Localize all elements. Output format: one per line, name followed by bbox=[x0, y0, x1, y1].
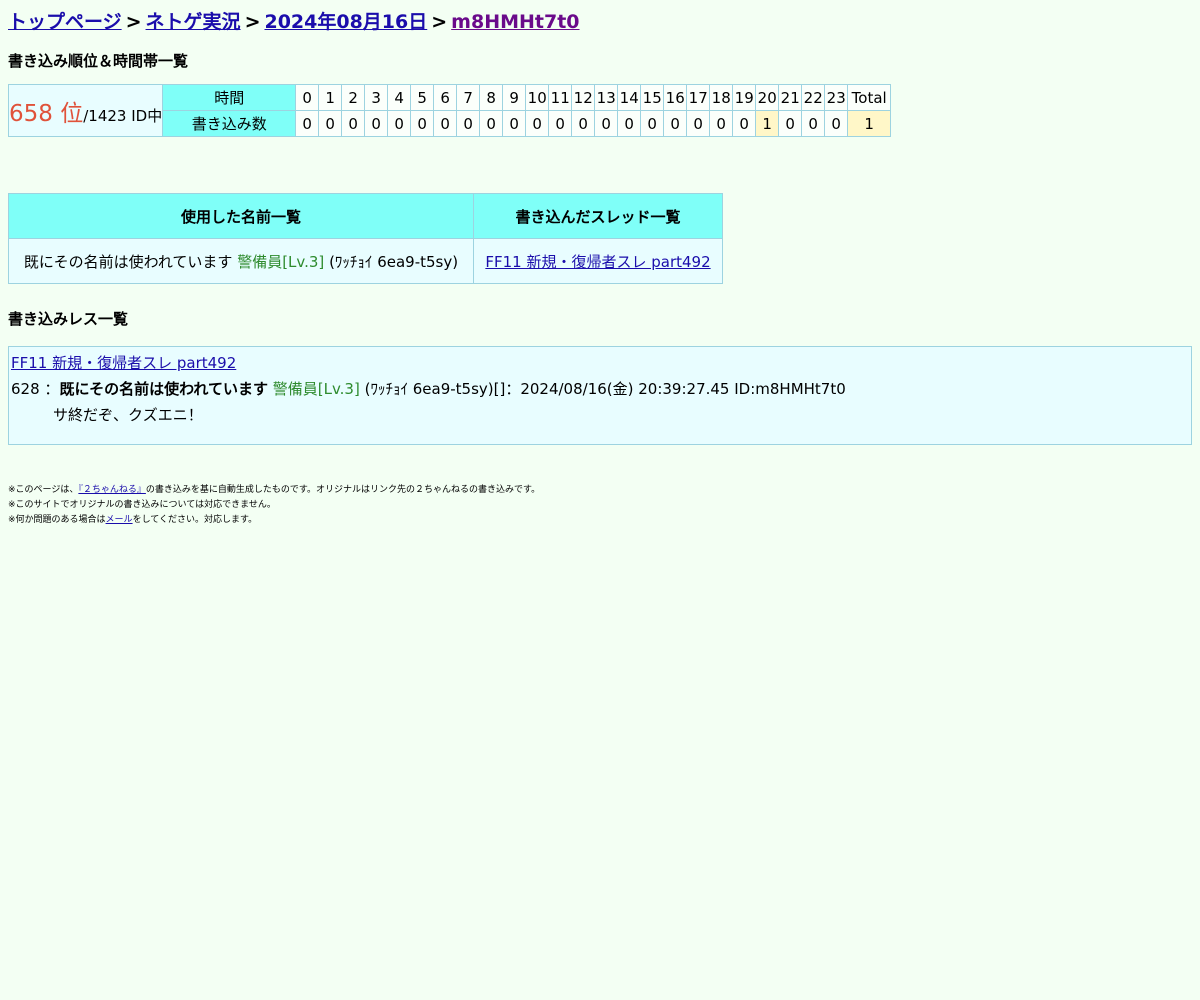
hour-cell: 20 bbox=[755, 84, 780, 111]
footer-text: の書き込みを基に自動生成したものです。オリジナルはリンク先の２ちゃんねるの書き込… bbox=[145, 485, 541, 495]
total-count-cell: 1 bbox=[847, 110, 892, 137]
rank-position: 658 位 bbox=[9, 100, 84, 127]
used-name-trip: (ﾜｯﾁｮｲ 6ea9-t5sy) bbox=[329, 252, 459, 271]
count-cell: 0 bbox=[525, 110, 550, 137]
count-cell: 0 bbox=[732, 110, 757, 137]
count-cell: 0 bbox=[502, 110, 527, 137]
names-header-row: 使用した名前一覧 書き込んだスレッド一覧 bbox=[8, 193, 723, 239]
count-cell: 0 bbox=[594, 110, 619, 137]
rank-cell: 658 位/1423 ID中 bbox=[7, 84, 164, 137]
count-cell: 0 bbox=[709, 110, 734, 137]
names-data-row: 既にその名前は使われています 警備員[Lv.3] (ﾜｯﾁｮｲ 6ea9-t5s… bbox=[8, 238, 723, 284]
thread-cell: FF11 新規・復帰者スレ part492 bbox=[473, 238, 723, 284]
footer-line-2: ※このサイトでオリジナルの書き込みについては対応できません。 bbox=[8, 500, 276, 510]
footer-line-1: ※このページは、『２ちゃんねる』の書き込みを基に自動生成したものです。オリジナル… bbox=[8, 483, 1192, 498]
count-cell-active: 1 bbox=[755, 110, 780, 137]
count-cell: 0 bbox=[617, 110, 642, 137]
breadcrumb-separator: > bbox=[125, 11, 142, 33]
count-cell: 0 bbox=[801, 110, 826, 137]
hour-cell: 22 bbox=[801, 84, 826, 111]
res-thread-link[interactable]: FF11 新規・復帰者スレ part492 bbox=[11, 354, 236, 372]
count-cell: 0 bbox=[456, 110, 481, 137]
res-body: サ終だぞ、クズエニ！ bbox=[53, 406, 203, 424]
hour-row: 658 位/1423 ID中 時間 0 1 2 3 4 5 6 7 8 9 10… bbox=[7, 84, 892, 137]
hour-cell: 16 bbox=[663, 84, 688, 111]
hour-cell: 3 bbox=[364, 84, 389, 111]
footer-mail-link[interactable]: メール bbox=[106, 515, 133, 525]
hour-cell: 17 bbox=[686, 84, 711, 111]
hour-cell: 4 bbox=[387, 84, 412, 111]
hour-cell: 21 bbox=[778, 84, 803, 111]
used-name-cell: 既にその名前は使われています 警備員[Lv.3] (ﾜｯﾁｮｲ 6ea9-t5s… bbox=[8, 238, 474, 284]
hour-cell: 18 bbox=[709, 84, 734, 111]
rank-section-title: 書き込み順位＆時間帯一覧 bbox=[8, 52, 189, 70]
res-item: FF11 新規・復帰者スレ part492 628 ：既にその名前は使われていま… bbox=[8, 346, 1192, 445]
hour-cell: 15 bbox=[640, 84, 665, 111]
breadcrumb-separator: > bbox=[244, 11, 261, 33]
hour-cell: 13 bbox=[594, 84, 619, 111]
res-number: 628 bbox=[11, 380, 40, 398]
hour-cell: 2 bbox=[341, 84, 366, 111]
res-section-title: 書き込みレス一覧 bbox=[8, 310, 129, 328]
used-name-rank: 警備員[Lv.3] bbox=[237, 252, 325, 271]
count-cell: 0 bbox=[663, 110, 688, 137]
breadcrumb-date-link[interactable]: 2024年08月16日 bbox=[264, 11, 427, 33]
footer: ※このページは、『２ちゃんねる』の書き込みを基に自動生成したものです。オリジナル… bbox=[8, 483, 1192, 528]
footer-line-3: ※何か問題のある場合はメールをしてください。対応します。 bbox=[8, 513, 1192, 528]
res-name-rank: 警備員[Lv.3] bbox=[272, 380, 360, 398]
hour-cell: 7 bbox=[456, 84, 481, 111]
footer-2ch-link[interactable]: 『２ちゃんねる』 bbox=[78, 485, 146, 495]
res-meta: (ﾜｯﾁｮｲ 6ea9-t5sy)[]：2024/08/16(金) 20:39:… bbox=[364, 380, 846, 398]
used-name-text: 既にその名前は使われています bbox=[23, 252, 233, 271]
count-header: 書き込み数 bbox=[162, 110, 297, 137]
count-cell: 0 bbox=[341, 110, 366, 137]
count-cell: 0 bbox=[548, 110, 573, 137]
names-threads-table: 使用した名前一覧 書き込んだスレッド一覧 既にその名前は使われています 警備員[… bbox=[8, 193, 723, 284]
breadcrumb-separator: > bbox=[431, 11, 448, 33]
threads-column-header: 書き込んだスレッド一覧 bbox=[473, 193, 723, 239]
count-cell: 0 bbox=[364, 110, 389, 137]
breadcrumb-id-link[interactable]: m8HMHt7t0 bbox=[451, 11, 579, 33]
count-cell: 0 bbox=[686, 110, 711, 137]
breadcrumb-board-link[interactable]: ネトゲ実況 bbox=[146, 11, 241, 33]
count-cell: 0 bbox=[824, 110, 849, 137]
hour-cell: 11 bbox=[548, 84, 573, 111]
hour-cell: 0 bbox=[295, 84, 320, 111]
hour-cell: 10 bbox=[525, 84, 550, 111]
footer-text: ※このページは、 bbox=[8, 485, 79, 495]
rank-total-ids: /1423 ID中 bbox=[83, 106, 163, 125]
rank-hour-table: 658 位/1423 ID中 時間 0 1 2 3 4 5 6 7 8 9 10… bbox=[7, 84, 892, 137]
res-colon: ： bbox=[44, 380, 60, 398]
breadcrumb-top-link[interactable]: トップページ bbox=[8, 11, 122, 33]
hour-cell: 5 bbox=[410, 84, 435, 111]
count-cell: 0 bbox=[479, 110, 504, 137]
hour-cell: 6 bbox=[433, 84, 458, 111]
breadcrumb: トップページ > ネトゲ実況 >2024年08月16日 > m8HMHt7t0 bbox=[8, 8, 1192, 36]
count-cell: 0 bbox=[295, 110, 320, 137]
hour-cell: 8 bbox=[479, 84, 504, 111]
hour-cell: 9 bbox=[502, 84, 527, 111]
count-cell: 0 bbox=[571, 110, 596, 137]
total-header: Total bbox=[847, 84, 892, 111]
count-cell: 0 bbox=[778, 110, 803, 137]
count-cell: 0 bbox=[318, 110, 343, 137]
footer-text: をしてください。対応します。 bbox=[132, 515, 258, 525]
hour-cell: 19 bbox=[732, 84, 757, 111]
count-cell: 0 bbox=[410, 110, 435, 137]
count-cell: 0 bbox=[640, 110, 665, 137]
names-column-header: 使用した名前一覧 bbox=[8, 193, 474, 239]
hour-cell: 14 bbox=[617, 84, 642, 111]
thread-link[interactable]: FF11 新規・復帰者スレ part492 bbox=[485, 253, 710, 271]
res-header: 628 ：既にその名前は使われています 警備員[Lv.3] (ﾜｯﾁｮｲ 6ea… bbox=[11, 376, 1189, 402]
count-cell: 0 bbox=[387, 110, 412, 137]
res-name: 既にその名前は使われています bbox=[59, 380, 268, 398]
count-cell: 0 bbox=[433, 110, 458, 137]
footer-text: ※何か問題のある場合は bbox=[8, 515, 106, 525]
hour-cell: 23 bbox=[824, 84, 849, 111]
hour-cell: 1 bbox=[318, 84, 343, 111]
time-header: 時間 bbox=[162, 84, 297, 111]
hour-cell: 12 bbox=[571, 84, 596, 111]
